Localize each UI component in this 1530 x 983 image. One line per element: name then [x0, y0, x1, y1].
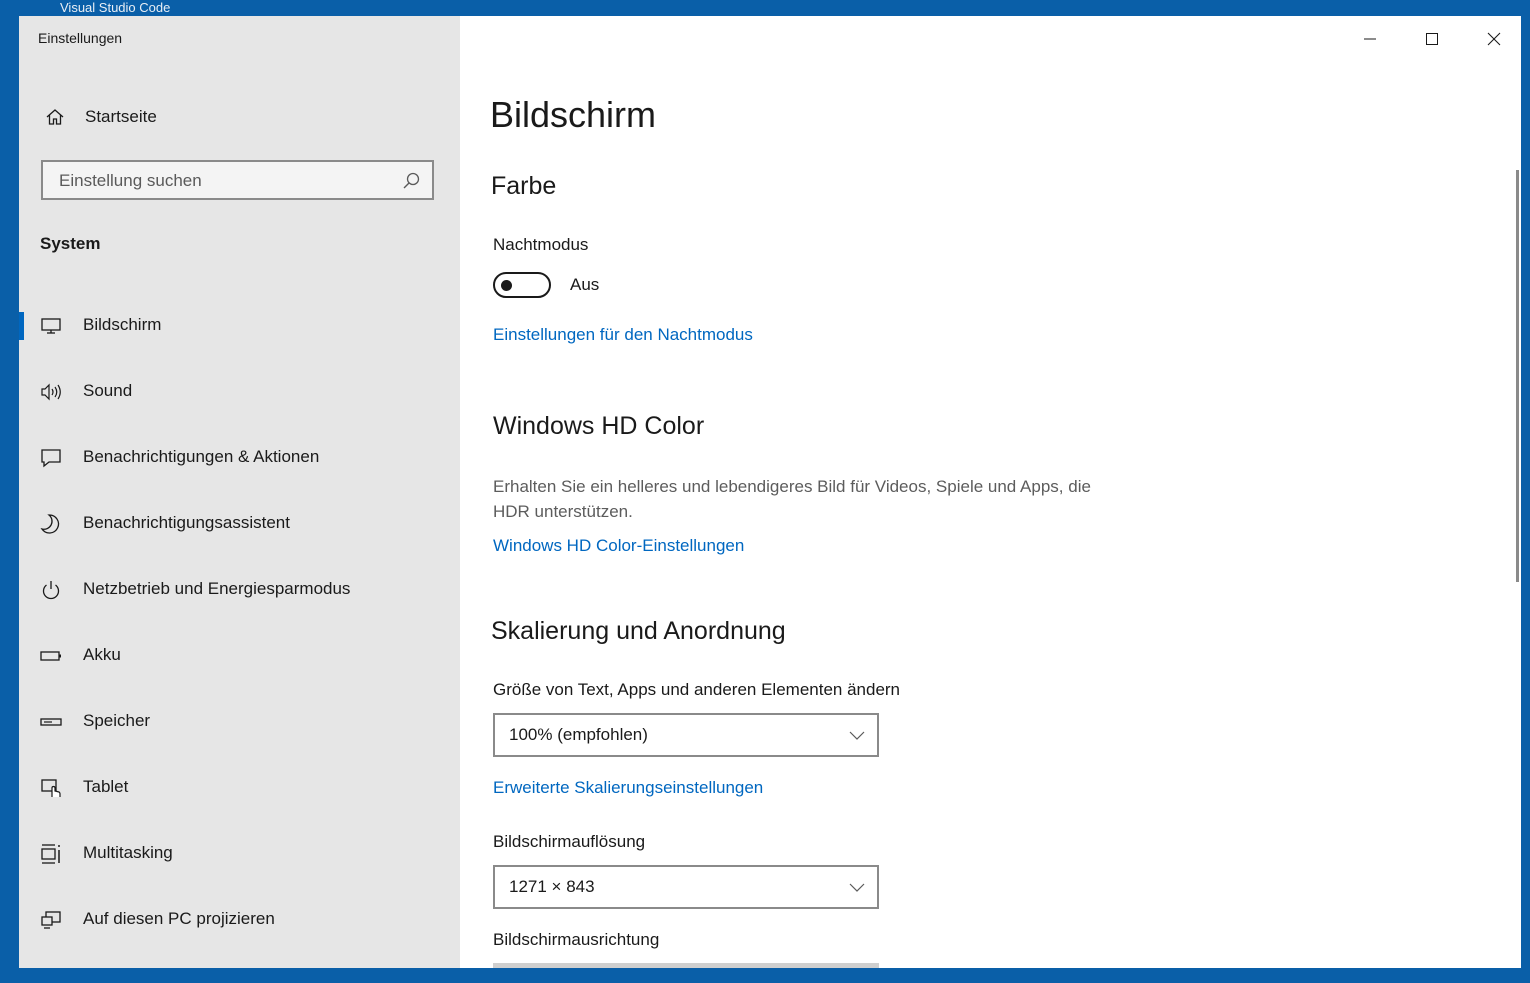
maximize-button[interactable]	[1409, 26, 1455, 52]
sidebar-item-netzbetrieb[interactable]: Netzbetrieb und Energiesparmodus	[19, 562, 460, 618]
window-title: Einstellungen	[38, 30, 123, 46]
sidebar-item-speicher[interactable]: Speicher	[19, 694, 460, 750]
sidebar-item-benachrichtigungen[interactable]: Benachrichtigungen & Aktionen	[19, 430, 460, 486]
sidebar-home-label: Startseite	[85, 107, 157, 126]
close-icon	[1471, 26, 1517, 52]
sidebar-group-label: System	[40, 234, 101, 253]
page-title: Bildschirm	[490, 94, 657, 135]
monitor-icon	[40, 315, 62, 337]
close-button[interactable]	[1471, 26, 1517, 52]
sidebar-item-projizieren[interactable]: Auf diesen PC projizieren	[19, 892, 460, 948]
scale-dropdown[interactable]: 100% (empfohlen)	[493, 713, 879, 757]
sidebar-item-bildschirm[interactable]: Bildschirm	[19, 298, 460, 354]
sidebar-item-label: Speicher	[83, 711, 151, 730]
night-mode-label: Nachtmodus	[493, 235, 589, 254]
toggle-knob	[501, 280, 512, 291]
search-box[interactable]	[41, 160, 434, 200]
sidebar-item-label: Auf diesen PC projizieren	[83, 909, 275, 928]
moon-icon	[40, 513, 62, 535]
scale-heading: Skalierung und Anordnung	[491, 617, 786, 645]
resolution-value: 1271 × 843	[509, 877, 595, 896]
hdr-settings-link[interactable]: Windows HD Color-Einstellungen	[493, 536, 744, 556]
chevron-down-icon	[849, 728, 865, 742]
hdr-heading: Windows HD Color	[493, 412, 705, 440]
minimize-icon	[1347, 26, 1393, 52]
scrollbar[interactable]	[1516, 170, 1519, 582]
hdr-description: Erhalten Sie ein helleres und lebendiger…	[493, 477, 1091, 521]
sidebar-item-multitasking[interactable]: Multitasking	[19, 826, 460, 882]
main-content: Bildschirm Farbe Nachtmodus Aus Einstell…	[460, 16, 1521, 968]
night-mode-state: Aus	[570, 275, 600, 294]
sidebar-item-akku[interactable]: Akku	[19, 628, 460, 684]
night-mode-settings-link[interactable]: Einstellungen für den Nachtmodus	[493, 325, 753, 345]
scale-label: Größe von Text, Apps und anderen Element…	[493, 680, 901, 699]
resolution-dropdown[interactable]: 1271 × 843	[493, 865, 879, 909]
sidebar-item-label: Sound	[83, 381, 133, 400]
sidebar-item-label: Netzbetrieb und Energiesparmodus	[83, 579, 351, 598]
battery-icon	[40, 645, 62, 667]
search-icon[interactable]	[401, 171, 421, 191]
home-icon	[45, 107, 65, 127]
orientation-dropdown[interactable]	[493, 963, 879, 968]
sidebar-home[interactable]: Startseite	[19, 94, 460, 140]
sidebar-item-label: Multitasking	[83, 843, 173, 862]
tablet-icon	[40, 777, 62, 799]
resolution-label: Bildschirmauflösung	[493, 832, 646, 851]
desktop-background-bottom	[8, 968, 1521, 983]
advanced-scaling-link[interactable]: Erweiterte Skalierungseinstellungen	[493, 778, 763, 798]
search-input[interactable]	[57, 168, 391, 194]
notification-icon	[40, 447, 62, 469]
color-heading: Farbe	[491, 172, 557, 200]
chevron-down-icon	[849, 880, 865, 894]
night-mode-toggle[interactable]	[493, 272, 551, 298]
sidebar-item-label: Akku	[83, 645, 121, 664]
background-app-title: Visual Studio Code	[60, 0, 171, 15]
speaker-icon	[40, 381, 62, 403]
sidebar-item-label: Benachrichtigungsassistent	[83, 513, 290, 532]
sidebar-item-label: Benachrichtigungen & Aktionen	[83, 447, 320, 466]
settings-window: Einstellungen Startseite System Bildschi…	[19, 16, 1521, 968]
storage-icon	[40, 711, 62, 733]
project-icon	[40, 909, 62, 931]
maximize-icon	[1409, 26, 1455, 52]
multitasking-icon	[40, 843, 62, 865]
power-icon	[40, 579, 62, 601]
sidebar: Einstellungen Startseite System Bildschi…	[19, 16, 460, 968]
sidebar-item-tablet[interactable]: Tablet	[19, 760, 460, 816]
sidebar-item-benachrichtigungsassistent[interactable]: Benachrichtigungsassistent	[19, 496, 460, 552]
desktop-background-left	[8, 16, 19, 968]
sidebar-item-label: Tablet	[83, 777, 129, 796]
sidebar-item-sound[interactable]: Sound	[19, 364, 460, 420]
minimize-button[interactable]	[1347, 26, 1393, 52]
sidebar-item-label: Bildschirm	[83, 315, 162, 334]
scale-value: 100% (empfohlen)	[509, 725, 648, 744]
orientation-label: Bildschirmausrichtung	[493, 930, 660, 949]
